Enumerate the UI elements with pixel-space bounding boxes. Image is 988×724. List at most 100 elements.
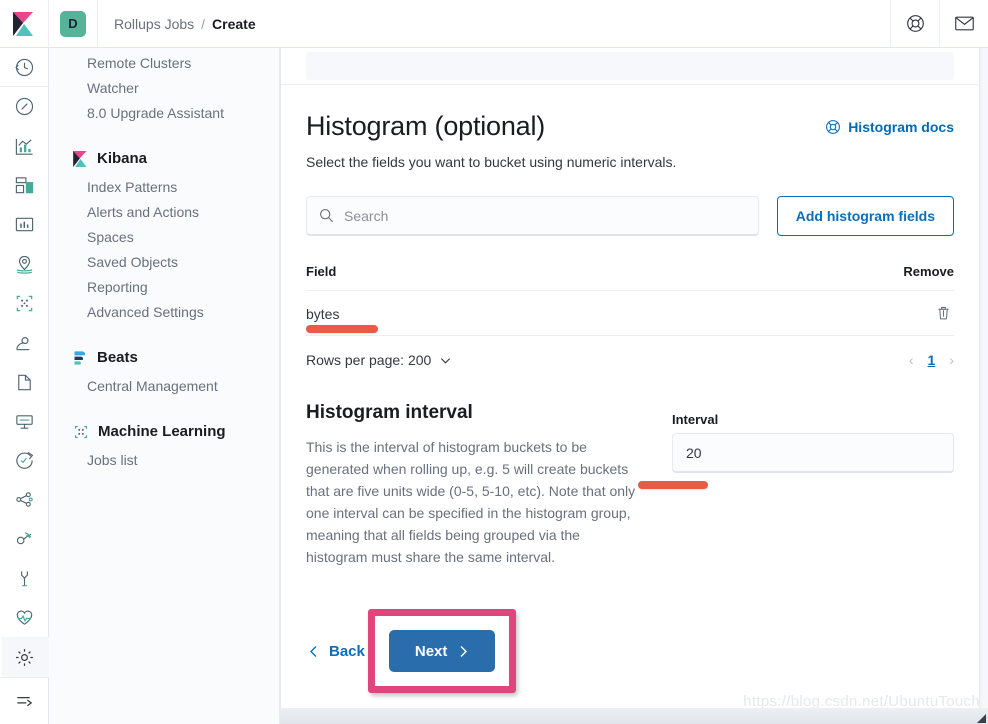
rail-item-uptime[interactable]	[0, 441, 49, 480]
nav-group-title-beats: Beats	[97, 349, 138, 366]
breadcrumb-item-create: Create	[212, 15, 256, 32]
sidebar-item-reporting[interactable]: Reporting	[87, 275, 279, 300]
primary-nav-rail	[0, 48, 49, 724]
sidebar-item-spaces[interactable]: Spaces	[87, 225, 279, 250]
next-button-label: Next	[414, 642, 448, 660]
rail-item-canvas[interactable]	[0, 205, 49, 244]
create-rollup-panel: Histogram and save Histogram (optional)	[280, 48, 980, 724]
interval-section-title: Histogram interval	[306, 402, 473, 423]
sidebar-item-central-management[interactable]: Central Management	[87, 374, 279, 399]
section-header: Histogram (optional) Histogram docs	[306, 85, 954, 142]
logs-icon	[14, 372, 35, 393]
search-icon	[319, 208, 334, 223]
table-header-row: Field Remove	[306, 264, 954, 291]
space-avatar: D	[60, 10, 86, 37]
breadcrumb: Rollups Jobs / Create	[98, 16, 256, 32]
pagination-page-1[interactable]: 1	[928, 352, 936, 368]
kibana-home-logo[interactable]	[0, 0, 49, 47]
column-header-field: Field	[306, 264, 337, 279]
remove-field-button[interactable]	[933, 305, 954, 322]
trash-icon	[935, 305, 952, 322]
chevron-left-icon	[308, 645, 320, 658]
window-resize-corner	[977, 714, 986, 723]
breadcrumb-item-rollups-jobs[interactable]: Rollups Jobs	[114, 16, 194, 32]
infrastructure-icon	[14, 332, 35, 353]
next-button[interactable]: Next	[388, 630, 496, 672]
machine-learning-icon	[14, 293, 35, 314]
collapse-arrow-icon	[14, 690, 35, 711]
histogram-interval-section: Histogram interval This is the interval …	[306, 402, 954, 568]
pagination-next-button[interactable]: ›	[949, 352, 954, 368]
dashboard-icon	[14, 175, 35, 196]
canvas-icon	[14, 214, 35, 235]
sidebar-item-watcher[interactable]: Watcher	[87, 76, 279, 101]
rail-item-siem[interactable]	[0, 520, 49, 559]
rows-per-page-selector[interactable]: Rows per page: 200	[306, 352, 452, 368]
main-content-area: Histogram and save Histogram (optional)	[280, 48, 988, 724]
interval-input-column: Interval	[672, 402, 954, 568]
rail-item-monitoring[interactable]	[0, 598, 49, 637]
table-footer: Rows per page: 200 ‹ 1 ›	[306, 336, 954, 368]
mail-button[interactable]	[939, 0, 988, 47]
uptime-icon	[14, 450, 35, 471]
sidebar-item-upgrade-assistant[interactable]: 8.0 Upgrade Assistant	[87, 101, 279, 126]
breadcrumb-separator: /	[201, 15, 206, 32]
next-button-wrapper: Next	[367, 609, 517, 693]
rail-item-graph[interactable]	[0, 480, 49, 519]
visualize-icon	[14, 136, 35, 157]
sidebar-item-jobs-list[interactable]: Jobs list	[87, 448, 279, 473]
application-root: D Rollups Jobs / Create Remote Clusters …	[0, 0, 988, 724]
kibana-logo-icon	[13, 11, 35, 36]
sidebar-item-advanced-settings[interactable]: Advanced Settings	[87, 300, 279, 325]
sidebar-item-index-patterns[interactable]: Index Patterns	[87, 175, 279, 200]
rail-item-dashboard[interactable]	[0, 166, 49, 205]
back-button[interactable]: Back	[306, 635, 367, 668]
histogram-docs-link[interactable]: Histogram docs	[825, 111, 954, 135]
siem-icon	[14, 529, 35, 550]
rail-item-visualize[interactable]	[0, 127, 49, 166]
rail-item-dev-tools[interactable]	[0, 559, 49, 598]
sidebar-item-remote-clusters[interactable]: Remote Clusters	[87, 51, 279, 76]
rail-item-machine-learning[interactable]	[0, 284, 49, 323]
add-histogram-fields-button[interactable]: Add histogram fields	[776, 196, 954, 236]
sidebar-item-alerts-and-actions[interactable]: Alerts and Actions	[87, 200, 279, 225]
top-header-bar: D Rollups Jobs / Create	[0, 0, 988, 48]
rail-item-logs[interactable]	[0, 362, 49, 401]
search-input[interactable]	[344, 207, 746, 224]
rail-item-maps[interactable]	[0, 245, 49, 284]
help-button[interactable]	[890, 0, 939, 47]
search-field-wrapper[interactable]	[306, 196, 759, 236]
maps-icon	[14, 254, 35, 275]
rail-item-discover[interactable]	[0, 87, 49, 126]
back-button-label: Back	[329, 642, 365, 660]
page-title: Histogram (optional)	[306, 111, 546, 141]
table-row: bytes	[306, 291, 954, 336]
rail-item-apm[interactable]	[0, 402, 49, 441]
interval-input[interactable]	[672, 433, 954, 473]
cell-field-name: bytes	[306, 305, 340, 322]
rail-item-recently-viewed[interactable]	[0, 48, 49, 88]
column-header-remove: Remove	[903, 264, 954, 279]
nav-collapse-button[interactable]	[0, 676, 49, 724]
help-ring-icon	[825, 119, 841, 135]
beats-logo-icon	[73, 350, 88, 366]
search-and-add-row: Add histogram fields	[306, 196, 954, 236]
nav-group-beats: Beats	[49, 349, 279, 366]
monitoring-heartbeat-icon	[14, 607, 35, 628]
nav-group-kibana: Kibana	[49, 150, 279, 167]
page-subtitle: Select the fields you want to bucket usi…	[306, 154, 677, 170]
space-switcher[interactable]: D	[49, 0, 98, 47]
nav-group-title-kibana: Kibana	[97, 150, 148, 167]
interval-description: This is the interval of histogram bucket…	[306, 439, 636, 565]
chevron-right-icon	[457, 645, 469, 658]
wizard-footer-buttons: Back Next	[306, 609, 954, 702]
rows-per-page-label: Rows per page: 200	[306, 352, 432, 368]
rail-item-infrastructure[interactable]	[0, 323, 49, 362]
pagination-prev-button[interactable]: ‹	[909, 352, 914, 368]
chevron-down-icon	[439, 354, 452, 367]
sidebar-item-saved-objects[interactable]: Saved Objects	[87, 250, 279, 275]
apm-icon	[14, 411, 35, 432]
life-ring-icon	[906, 14, 925, 33]
histogram-docs-label: Histogram docs	[848, 119, 954, 135]
rail-item-management[interactable]	[0, 637, 49, 678]
